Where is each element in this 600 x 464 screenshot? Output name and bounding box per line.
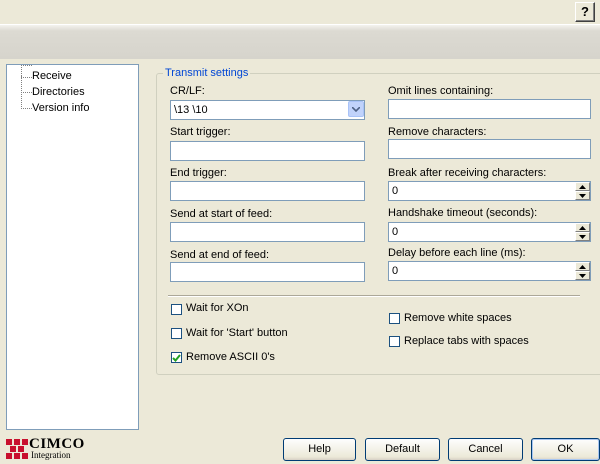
wait-start-label[interactable]: Wait for 'Start' button (186, 327, 288, 339)
cancel-button[interactable]: Cancel (448, 438, 523, 461)
cimco-logo: CIMCO Integration (6, 436, 86, 461)
spin-down-button[interactable] (575, 271, 590, 280)
spin-buttons (575, 262, 590, 280)
send-start-input[interactable] (170, 222, 365, 242)
spin-up-button[interactable] (575, 262, 590, 271)
send-end-label: Send at end of feed: (170, 249, 270, 261)
handshake-timeout-label: Handshake timeout (seconds): (388, 207, 538, 219)
spin-down-button[interactable] (575, 191, 590, 200)
check-mark-icon (172, 353, 181, 362)
tree-branch-line (21, 92, 32, 109)
remove-characters-label: Remove characters: (388, 126, 487, 138)
handshake-timeout-input[interactable] (388, 222, 591, 242)
end-trigger-label: End trigger: (170, 167, 227, 179)
settings-tree: Receive Directories Version info (6, 64, 139, 430)
logo-subtext: Integration (31, 450, 71, 460)
remove-white-spaces-checkbox[interactable] (389, 313, 400, 324)
start-trigger-label: Start trigger: (170, 126, 231, 138)
title-bar (0, 0, 600, 24)
spin-buttons (575, 182, 590, 200)
tree-item-label: Directories (32, 86, 85, 98)
replace-tabs-label[interactable]: Replace tabs with spaces (404, 335, 529, 347)
help-button[interactable]: Help (283, 438, 356, 461)
break-after-label: Break after receiving characters: (388, 167, 547, 179)
wait-xon-label[interactable]: Wait for XOn (186, 302, 249, 314)
ok-button[interactable]: OK (531, 438, 600, 461)
triangle-up-icon (579, 184, 586, 189)
break-after-spinner[interactable] (388, 181, 591, 201)
remove-ascii-checkbox[interactable] (171, 352, 182, 363)
tree-item-label: Version info (32, 102, 90, 114)
triangle-down-icon (579, 234, 586, 239)
help-question-button[interactable]: ? (575, 2, 595, 22)
spin-buttons (575, 223, 590, 241)
remove-characters-input[interactable] (388, 139, 591, 159)
spin-up-button[interactable] (575, 223, 590, 232)
dropdown-button[interactable] (348, 101, 364, 117)
spin-down-button[interactable] (575, 232, 590, 241)
default-button[interactable]: Default (365, 438, 440, 461)
send-start-label: Send at start of feed: (170, 208, 273, 220)
remove-ascii-label[interactable]: Remove ASCII 0's (186, 351, 275, 363)
triangle-down-icon (579, 193, 586, 198)
send-end-input[interactable] (170, 262, 365, 282)
wait-start-checkbox[interactable] (171, 328, 182, 339)
logo-emblem-icon (6, 439, 28, 459)
delay-label: Delay before each line (ms): (388, 247, 526, 259)
delay-input[interactable] (388, 261, 591, 281)
spin-up-button[interactable] (575, 182, 590, 191)
wait-xon-checkbox[interactable] (171, 304, 182, 315)
triangle-down-icon (579, 273, 586, 278)
crlf-label: CR/LF: (170, 85, 205, 97)
triangle-up-icon (579, 225, 586, 230)
replace-tabs-checkbox[interactable] (389, 336, 400, 347)
separator (168, 295, 580, 297)
remove-white-spaces-label[interactable]: Remove white spaces (404, 312, 512, 324)
crlf-input[interactable] (170, 100, 365, 120)
header-band (0, 24, 600, 59)
group-title: Transmit settings (163, 67, 251, 79)
tree-branch-line (21, 76, 32, 93)
delay-spinner[interactable] (388, 261, 591, 281)
triangle-up-icon (579, 264, 586, 269)
tree-item-label: Receive (32, 70, 72, 82)
end-trigger-input[interactable] (170, 181, 365, 201)
crlf-combobox[interactable] (170, 100, 365, 120)
omit-lines-input[interactable] (388, 99, 591, 119)
break-after-input[interactable] (388, 181, 591, 201)
handshake-timeout-spinner[interactable] (388, 222, 591, 242)
start-trigger-input[interactable] (170, 141, 365, 161)
omit-lines-label: Omit lines containing: (388, 85, 494, 97)
chevron-down-icon (352, 106, 360, 112)
